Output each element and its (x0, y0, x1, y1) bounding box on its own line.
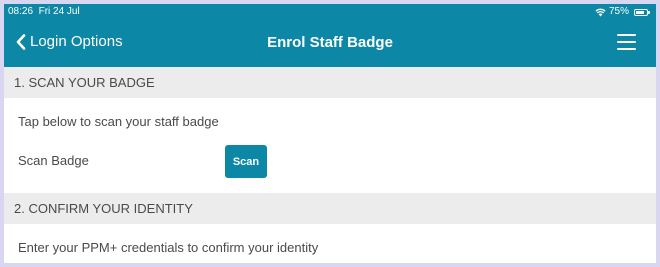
status-datetime: 08:26 Fri 24 Jul (8, 4, 80, 20)
scan-badge-label: Scan Badge (18, 153, 89, 168)
scan-button[interactable]: Scan (225, 145, 267, 178)
section-header-confirm: 2. CONFIRM YOUR IDENTITY (4, 193, 656, 224)
confirm-instruction: Enter your PPM+ credentials to confirm y… (18, 240, 319, 255)
wifi-icon (595, 8, 606, 16)
section-header-scan: 1. SCAN YOUR BADGE (4, 67, 656, 98)
battery-percent: 75% (608, 6, 629, 17)
page-title: Enrol Staff Badge (267, 34, 393, 51)
scan-instruction: Tap below to scan your staff badge (18, 114, 219, 129)
navigation-bar: Login Options Enrol Staff Badge (4, 20, 656, 67)
status-time: 08:26 (8, 6, 34, 17)
status-date: Fri 24 Jul (38, 6, 80, 17)
battery-icon (634, 8, 650, 16)
status-indicators: 75% (595, 4, 650, 20)
status-bar: 08:26 Fri 24 Jul 75% (4, 4, 656, 20)
app-window: 08:26 Fri 24 Jul 75% Login Options Enrol… (4, 4, 656, 263)
hamburger-menu-icon[interactable] (617, 34, 636, 50)
